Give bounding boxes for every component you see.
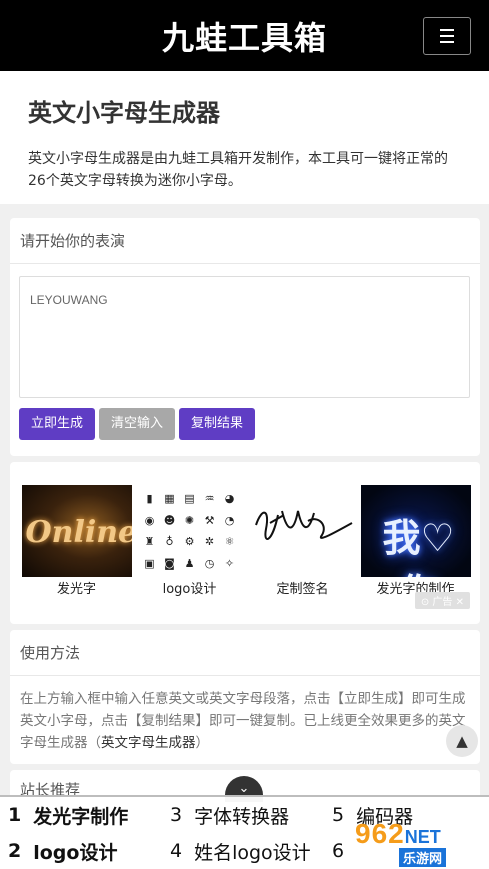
ad-item-glow-text[interactable]: Online 发光字 — [20, 485, 133, 597]
nav-item-name-logo[interactable]: 4 姓名logo设计 — [162, 833, 324, 869]
tool-icon: ⚒ — [204, 513, 215, 527]
input-card: 请开始你的表演 LEYOUWANG 立即生成 清空输入 复制结果 — [10, 218, 480, 456]
network-icon: ⚛ — [224, 535, 235, 549]
usage-text: 在上方输入框中输入任意英文或英文字母段落，点击【立即生成】即可生成英文小字母，点… — [20, 691, 466, 751]
copy-button[interactable]: 复制结果 — [179, 408, 256, 440]
ad-info-icon: ⊙ — [420, 597, 430, 608]
nav-item-font-converter[interactable]: 3 字体转换器 — [162, 797, 324, 833]
usage-card: 使用方法 在上方输入框中输入任意英文或英文字母段落，点击【立即生成】即可生成英文… — [10, 630, 480, 764]
site-watermark: 962NET 乐游网 — [355, 818, 485, 867]
clear-button[interactable]: 清空输入 — [99, 408, 176, 440]
ad-caption: logo设计 — [162, 582, 217, 597]
share-icon: ✧ — [224, 556, 235, 570]
ad-badge[interactable]: ⊙ 广告 ✕ — [414, 592, 470, 609]
menu-button[interactable] — [423, 17, 471, 55]
ad-thumbnail: Online — [21, 485, 132, 577]
page-description: 英文小字母生成器是由九蛙工具箱开发制作，本工具可一键将正常的26个英文字母转换为… — [28, 151, 448, 189]
sound-icon: ♒ — [204, 492, 215, 506]
signature-scribble — [254, 510, 352, 540]
back-to-top-button[interactable]: ▲ — [446, 725, 478, 757]
ad-caption: 发光字 — [56, 582, 96, 597]
nav-item-glow-text[interactable]: 1 发光字制作 — [0, 797, 162, 833]
signature-thumbnail — [247, 485, 358, 577]
action-buttons: 立即生成 清空输入 复制结果 — [19, 408, 256, 440]
ad-item-glow-making[interactable]: 我♡你 发光字的制作 — [359, 485, 472, 597]
ad-item-logo-design[interactable]: ▮ ▦ ▤ ♒ ◕ ◉ ☻ ✺ ⚒ ◔ ♜ ♁ ⚙ ✲ ⚛ ▣ ◙ ♟ ◷ ✧ logo设计 — [133, 485, 246, 597]
ad-card: Online 发光字 ▮ ▦ ▤ ♒ ◕ ◉ ☻ ✺ ⚒ ◔ ♜ ♁ ⚙ ✲ ⚛ ▣ ◙ ♟ ◷ ✧ logo设… — [10, 462, 480, 624]
phone-icon: ▮ — [146, 492, 153, 506]
chat2-icon: ▣ — [144, 556, 155, 570]
hamburger-icon — [440, 27, 454, 45]
chat-icon: ◕ — [224, 492, 235, 506]
arrow-up-icon: ▲ — [456, 732, 468, 750]
book-icon: ▤ — [184, 492, 195, 506]
ad-caption: 定制签名 — [276, 582, 329, 597]
head-icon: ☻ — [163, 513, 176, 527]
generate-button[interactable]: 立即生成 — [19, 408, 96, 440]
usage-card-title: 使用方法 — [10, 630, 480, 676]
robot-icon: ♜ — [144, 535, 155, 549]
neon-thumbnail: 我♡你 — [360, 485, 471, 577]
page-title: 英文小字母生成器 — [28, 99, 220, 127]
chevron-down-icon: ⌄ — [238, 781, 250, 796]
people-icon: ♟ — [184, 556, 195, 570]
input-card-title: 请开始你的表演 — [10, 218, 480, 264]
generator-link[interactable]: 英文字母生成器 — [101, 735, 196, 751]
gear-icon: ✲ — [204, 535, 215, 549]
eye-icon: ◉ — [144, 513, 155, 527]
bulb-icon: ♁ — [165, 535, 174, 549]
car-icon: ◙ — [164, 556, 175, 570]
close-icon[interactable]: ✕ — [456, 597, 464, 608]
sun-icon: ✺ — [184, 513, 195, 527]
top-navbar: 九蛙工具箱 — [0, 0, 489, 71]
wrench-icon: ⚙ — [184, 535, 195, 549]
timer-icon: ◷ — [204, 556, 215, 570]
text-input[interactable]: LEYOUWANG — [19, 276, 470, 398]
site-logo[interactable]: 九蛙工具箱 — [162, 13, 327, 59]
bubble-icon: ◔ — [224, 513, 235, 527]
ad-item-signature[interactable]: 定制签名 — [246, 485, 359, 597]
logo-icons-thumbnail: ▮ ▦ ▤ ♒ ◕ ◉ ☻ ✺ ⚒ ◔ ♜ ♁ ⚙ ✲ ⚛ ▣ ◙ ♟ ◷ ✧ — [134, 485, 245, 577]
nav-item-logo-design[interactable]: 2 logo设计 — [0, 833, 162, 869]
ad-list: Online 发光字 ▮ ▦ ▤ ♒ ◕ ◉ ☻ ✺ ⚒ ◔ ♜ ♁ ⚙ ✲ ⚛ ▣ ◙ ♟ ◷ ✧ logo设… — [20, 485, 472, 597]
grid-icon: ▦ — [164, 492, 175, 506]
intro-section: 英文小字母生成器 英文小字母生成器是由九蛙工具箱开发制作，本工具可一键将正常的2… — [0, 71, 489, 204]
